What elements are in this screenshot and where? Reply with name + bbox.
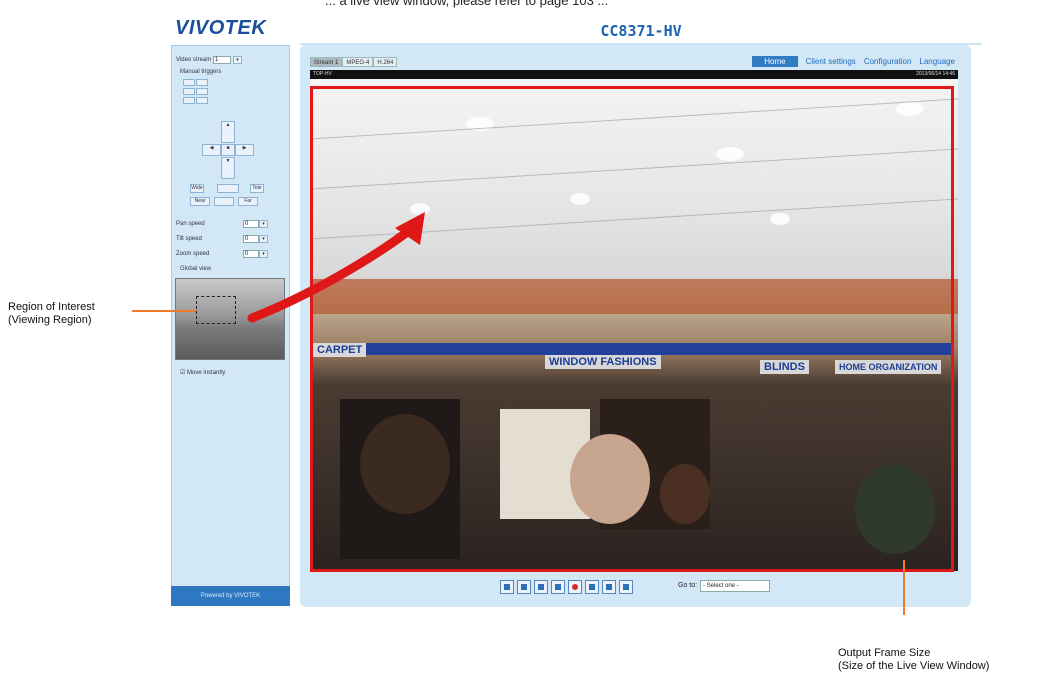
trigger-1-on-button[interactable] <box>183 79 195 86</box>
sidebar-footer: Powered by VIVOTEK <box>171 586 290 606</box>
pan-down-button[interactable]: ▼ <box>221 157 235 179</box>
video-timestamp: 2013/06/14 14:46 <box>916 71 955 77</box>
output-callout-line2: (Size of the Live View Window) <box>838 660 990 672</box>
output-callout-line1: Output Frame Size <box>838 647 931 659</box>
output-callout-leader <box>903 560 905 615</box>
roi-callout-leader <box>132 310 196 312</box>
roi-arrow <box>247 212 425 323</box>
output-callout: Output Frame Size (Size of the Live View… <box>838 647 989 673</box>
tab-mpeg4[interactable]: MPEG-4 <box>342 57 374 67</box>
pan-left-button[interactable]: ◀ <box>202 144 221 156</box>
chevron-down-icon[interactable]: ▾ <box>233 56 242 64</box>
clipped-document-text: ... a live view window, please refer to … <box>325 0 609 8</box>
focus-auto-button[interactable] <box>214 197 234 206</box>
snapshot-icon[interactable] <box>500 580 514 594</box>
video-caption: TOP-HV <box>313 71 332 77</box>
move-instantly-checkbox-label[interactable]: ☑ Move instantly <box>180 369 225 376</box>
video-overlay-bar: TOP-HV 2013/06/14 14:46 <box>310 70 958 79</box>
tilt-speed-label: Tilt speed <box>176 236 202 242</box>
nav-language[interactable]: Language <box>919 56 955 67</box>
trigger-2-off-button[interactable] <box>196 88 208 95</box>
mic-icon[interactable] <box>602 580 616 594</box>
region-of-interest-box[interactable] <box>196 296 236 324</box>
home-center-button[interactable]: ■ <box>221 144 235 156</box>
roi-callout-line2: (Viewing Region) <box>8 314 92 326</box>
roi-callout-line1: Region of Interest <box>8 301 95 313</box>
pan-right-button[interactable]: ▶ <box>235 144 254 156</box>
trigger-2-on-button[interactable] <box>183 88 195 95</box>
nav-home[interactable]: Home <box>752 56 798 67</box>
stop-icon[interactable] <box>551 580 565 594</box>
pan-speed-label: Pan speed <box>176 221 205 227</box>
fullscreen-icon[interactable] <box>619 580 633 594</box>
global-view-label[interactable]: Global view <box>180 266 211 272</box>
zoom-icon[interactable] <box>517 580 531 594</box>
zoom-tele-button[interactable]: Tele <box>250 184 264 193</box>
manual-triggers-label[interactable]: Manual triggers <box>180 69 221 75</box>
video-stream-label: Video stream <box>176 57 212 63</box>
goto-select[interactable]: - Select one - <box>700 580 770 592</box>
pause-icon[interactable] <box>534 580 548 594</box>
move-instantly-text: Move instantly <box>187 370 226 376</box>
pan-up-button[interactable]: ▲ <box>221 121 235 143</box>
arrow-shaft <box>247 225 415 323</box>
camera-model-title: CC8371-HV <box>600 22 682 40</box>
goto-label: Go to: <box>678 582 698 589</box>
tab-stream-1[interactable]: Stream 1 <box>310 57 343 67</box>
video-stream-select[interactable]: 1 <box>213 56 231 64</box>
roi-callout: Region of Interest (Viewing Region) <box>8 301 95 327</box>
tab-h264[interactable]: H.264 <box>373 57 398 67</box>
nav-configuration[interactable]: Configuration <box>864 56 912 67</box>
trigger-3-off-button[interactable] <box>196 97 208 104</box>
record-icon[interactable] <box>568 580 582 594</box>
zoom-speed-label: Zoom speed <box>176 251 210 257</box>
top-navigation: Home Client settings Configuration Langu… <box>752 56 955 67</box>
vivotek-logo: VIVOTEK <box>175 17 266 44</box>
stream-tabs: Stream 1 MPEG-4 H.264 <box>310 57 398 67</box>
focus-near-button[interactable]: Near <box>190 197 210 206</box>
playback-controls <box>500 580 633 594</box>
zoom-label-button[interactable] <box>217 184 239 193</box>
zoom-wide-button[interactable]: Wide <box>190 184 204 193</box>
trigger-1-off-button[interactable] <box>196 79 208 86</box>
logo-text: VIVOTEK <box>175 17 267 39</box>
trigger-3-on-button[interactable] <box>183 97 195 104</box>
nav-client-settings[interactable]: Client settings <box>806 56 856 67</box>
volume-icon[interactable] <box>585 580 599 594</box>
